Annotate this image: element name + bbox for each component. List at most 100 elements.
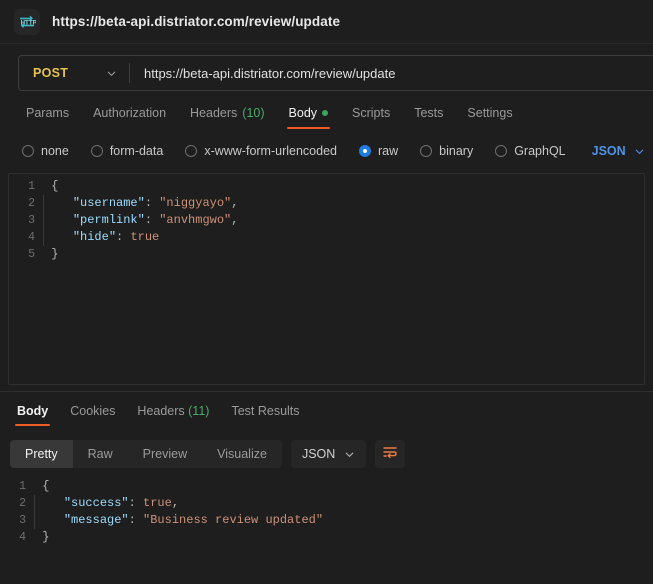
body-type-radio-graphql[interactable]: GraphQL xyxy=(495,144,566,158)
token-bool: true xyxy=(130,230,160,244)
request-tab-scripts[interactable]: Scripts xyxy=(340,106,402,129)
body-type-radio-raw[interactable]: raw xyxy=(359,144,398,158)
response-view-preview[interactable]: Preview xyxy=(128,440,202,468)
request-tab-body[interactable]: Body xyxy=(277,106,341,129)
token-punc: : xyxy=(128,496,144,510)
http-protocol-icon: HTTP xyxy=(14,8,40,35)
line-number: 3 xyxy=(19,514,26,527)
chevron-down-icon xyxy=(106,68,117,79)
token-key: "username" xyxy=(72,196,145,210)
unsaved-indicator-dot xyxy=(322,110,329,116)
request-tab-settings[interactable]: Settings xyxy=(455,106,524,129)
token-punc: : xyxy=(144,213,160,227)
line-number: 1 xyxy=(28,180,35,193)
tab-label: Body xyxy=(288,106,318,120)
token-punc: , xyxy=(231,196,239,210)
token-punc: { xyxy=(42,479,50,493)
code-text: "username": "niggyayo", xyxy=(44,195,239,212)
radio-icon xyxy=(185,145,198,157)
response-tab-test-results[interactable]: Test Results xyxy=(220,404,310,426)
tab-label: Test Results xyxy=(231,404,300,418)
response-body-code[interactable]: 1 {2 "success": true, 3 "message": "Busin… xyxy=(0,470,653,546)
radio-label: form-data xyxy=(109,144,164,158)
code-text: { xyxy=(35,478,49,495)
tab-label: Tests xyxy=(414,106,444,120)
token-key: "hide" xyxy=(72,230,117,244)
http-method-label: POST xyxy=(33,66,69,80)
line-number: 2 xyxy=(19,497,26,510)
tab-count: (10) xyxy=(242,106,265,120)
token-bool: true xyxy=(143,496,172,510)
response-tab-bar: Body Cookies Headers (11) Test Results xyxy=(0,392,653,426)
token-punc: , xyxy=(231,213,239,227)
tab-label: Body xyxy=(17,404,49,418)
svg-text:HTTP: HTTP xyxy=(21,19,36,26)
radio-icon xyxy=(22,145,34,157)
request-tab-headers[interactable]: Headers (10) xyxy=(178,106,276,129)
request-tab-tests[interactable]: Tests xyxy=(402,106,455,129)
line-number: 1 xyxy=(19,480,26,493)
tab-label: Params xyxy=(26,106,70,120)
body-type-radio-form-data[interactable]: form-data xyxy=(90,144,164,158)
code-line: 1 { xyxy=(9,178,644,195)
radio-label: x-www-form-urlencoded xyxy=(204,144,337,158)
token-punc: : xyxy=(128,513,144,527)
url-bar: POST https://beta-api.distriator.com/rev… xyxy=(18,55,653,91)
token-str: "niggyayo" xyxy=(159,196,232,210)
code-text: "success": true, xyxy=(35,495,179,512)
token-punc: { xyxy=(51,179,59,193)
response-toolbar: Pretty Raw Preview Visualize JSON xyxy=(0,426,653,470)
request-tab-params[interactable]: Params xyxy=(14,106,81,129)
response-format-label: JSON xyxy=(301,447,336,461)
line-number: 4 xyxy=(19,531,26,544)
line-number: 5 xyxy=(28,248,35,261)
code-line: 2 "username": "niggyayo", xyxy=(9,195,644,212)
code-text: "message": "Business review updated" xyxy=(35,512,323,529)
code-line: 5 } xyxy=(9,246,644,263)
radio-icon xyxy=(359,145,371,157)
request-body-editor[interactable]: 1 {2 "username": "niggyayo", 3 "permlink"… xyxy=(8,173,645,385)
line-number: 4 xyxy=(28,231,35,244)
tab-label: Authorization xyxy=(93,106,167,120)
code-text: "permlink": "anvhmgwo", xyxy=(44,212,239,229)
token-punc: } xyxy=(42,530,50,544)
line-number: 2 xyxy=(28,197,35,210)
radio-label: binary xyxy=(439,144,474,158)
request-body-code[interactable]: 1 {2 "username": "niggyayo", 3 "permlink"… xyxy=(9,174,644,263)
token-str: "anvhmgwo" xyxy=(159,213,232,227)
raw-format-label: JSON xyxy=(591,144,626,158)
request-url-title: https://beta-api.distriator.com/review/u… xyxy=(52,14,341,29)
response-view-raw[interactable]: Raw xyxy=(73,440,128,468)
radio-label: GraphQL xyxy=(514,144,566,158)
response-tab-body[interactable]: Body xyxy=(6,404,59,426)
url-input[interactable]: https://beta-api.distriator.com/review/u… xyxy=(130,56,653,90)
code-text: { xyxy=(44,178,58,195)
tab-label: Headers xyxy=(190,106,238,120)
word-wrap-toggle[interactable] xyxy=(375,440,406,468)
code-line: 3 "message": "Business review updated" xyxy=(0,512,653,529)
body-type-radio-none[interactable]: none xyxy=(22,144,69,158)
response-tab-cookies[interactable]: Cookies xyxy=(59,404,126,426)
http-method-dropdown[interactable]: POST xyxy=(19,56,129,90)
response-view-visualize[interactable]: Visualize xyxy=(202,440,282,468)
line-number: 3 xyxy=(28,214,35,227)
radio-icon xyxy=(420,145,433,157)
code-text: } xyxy=(44,246,58,263)
tab-label: Cookies xyxy=(70,404,116,418)
body-type-radio-group: none form-data x-www-form-urlencoded raw bin… xyxy=(0,129,653,161)
token-key: "message" xyxy=(63,513,129,527)
response-view-pretty[interactable]: Pretty xyxy=(10,440,73,468)
response-format-dropdown[interactable]: JSON xyxy=(290,440,367,468)
body-type-radio-binary[interactable]: binary xyxy=(420,144,473,158)
radio-label: raw xyxy=(378,144,399,158)
code-line: 3 "permlink": "anvhmgwo", xyxy=(9,212,644,229)
request-header: HTTP https://beta-api.distriator.com/rev… xyxy=(0,0,653,44)
tab-label: Scripts xyxy=(352,106,391,120)
raw-format-dropdown[interactable]: JSON xyxy=(592,144,645,158)
request-tab-authorization[interactable]: Authorization xyxy=(81,106,178,129)
response-tab-headers[interactable]: Headers (11) xyxy=(126,404,220,426)
body-type-radio-x-www-form-urlencoded[interactable]: x-www-form-urlencoded xyxy=(185,144,337,158)
radio-label: none xyxy=(41,144,69,158)
tab-label: Headers xyxy=(137,404,185,418)
tab-label: Settings xyxy=(467,106,513,120)
